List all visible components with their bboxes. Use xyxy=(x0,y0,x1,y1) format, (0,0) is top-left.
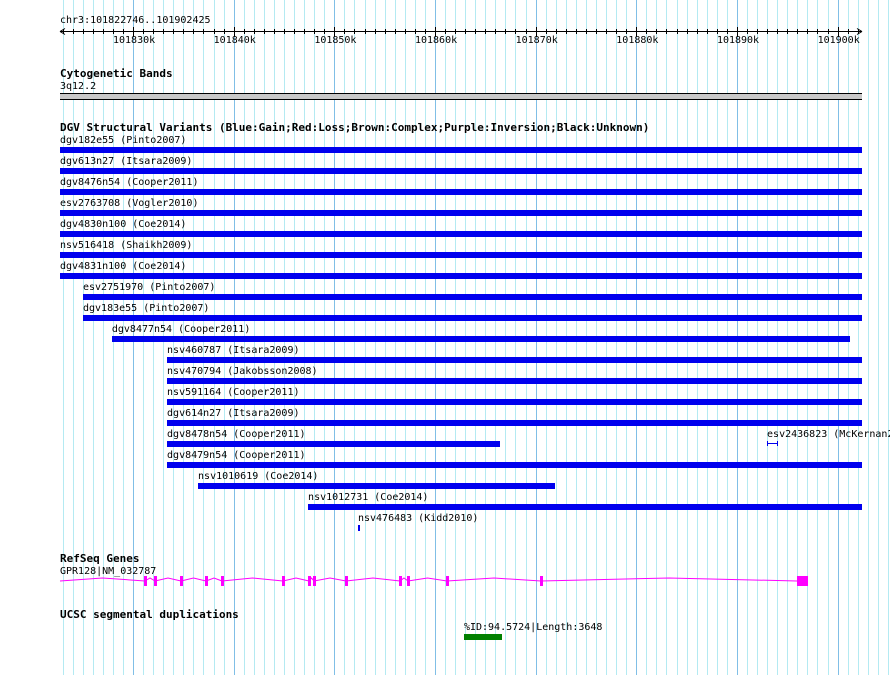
gene-model-GPR128[interactable] xyxy=(0,570,890,592)
ruler-tick-label: 101900k xyxy=(817,35,860,46)
variant-feature[interactable] xyxy=(167,378,862,384)
variant-feature[interactable] xyxy=(60,210,862,216)
variant-label: dgv8477n54 (Cooper2011) xyxy=(111,324,251,335)
segdup-feature[interactable] xyxy=(463,634,502,640)
variant-label: dgv613n27 (Itsara2009) xyxy=(60,156,193,167)
variant-label: esv2436823 (McKernan2 xyxy=(767,429,890,440)
variant-label: dgv182e55 (Pinto2007) xyxy=(60,135,187,146)
gene-exon xyxy=(180,576,183,586)
genome-browser: chr3:101822746..101902425 101830k 101840k… xyxy=(0,0,890,675)
ruler-tick-label: 101870k xyxy=(515,35,558,46)
gene-exon xyxy=(399,576,402,586)
variant-label: nsv516418 (Shaikh2009) xyxy=(60,240,193,251)
variant-feature[interactable] xyxy=(357,525,360,531)
variant-label: dgv4831n100 (Coe2014) xyxy=(60,261,187,272)
cytoband-bar[interactable] xyxy=(60,93,862,100)
variant-feature[interactable] xyxy=(167,399,862,405)
variant-feature[interactable] xyxy=(167,357,862,363)
ruler-tick-label: 101850k xyxy=(314,35,357,46)
variant-feature[interactable] xyxy=(167,462,862,468)
ruler-tick-label: 101890k xyxy=(716,35,760,46)
variant-label: nsv1010619 (Coe2014) xyxy=(198,471,319,482)
variant-label: esv2763708 (Vogler2010) xyxy=(60,198,199,209)
gene-intron xyxy=(59,577,798,582)
gene-exon xyxy=(282,576,285,586)
ruler-tick-label: 101880k xyxy=(616,35,659,46)
gene-exon xyxy=(154,576,157,586)
ruler-tick-label: 101830k xyxy=(113,35,156,46)
variant-label: nsv470794 (Jakobsson2008) xyxy=(167,366,318,377)
variant-feature[interactable] xyxy=(111,336,850,342)
gene-exon xyxy=(407,576,410,586)
variant-feature[interactable] xyxy=(60,189,862,195)
gene-exon xyxy=(144,576,147,586)
segdup-label[interactable]: %ID:94.5724|Length:3648 xyxy=(464,622,602,633)
gene-exon xyxy=(540,576,543,586)
gene-exon xyxy=(205,576,208,586)
gene-exon xyxy=(797,576,808,586)
gene-exon xyxy=(345,576,348,586)
variant-feature[interactable] xyxy=(60,168,862,174)
gene-exon xyxy=(221,576,224,586)
variant-feature[interactable] xyxy=(767,441,778,446)
variant-feature[interactable] xyxy=(60,231,862,237)
variant-label: dgv8479n54 (Cooper2011) xyxy=(167,450,306,461)
ruler-tick-label: 101840k xyxy=(213,35,256,46)
variant-feature[interactable] xyxy=(167,441,500,447)
variant-feature[interactable] xyxy=(82,294,862,300)
location-label: chr3:101822746..101902425 xyxy=(60,15,211,26)
variant-label: nsv591164 (Cooper2011) xyxy=(167,387,300,398)
ruler-tick-label: 101860k xyxy=(414,35,458,46)
variant-feature[interactable] xyxy=(308,504,862,510)
cytoband-label: 3q12.2 xyxy=(60,81,97,92)
variant-label: nsv460787 (Itsara2009) xyxy=(167,345,300,356)
variant-label: dgv4830n100 (Coe2014) xyxy=(60,219,187,230)
segdup-track-title: UCSC segmental duplications xyxy=(60,608,239,621)
gene-exon xyxy=(446,576,449,586)
variant-feature[interactable] xyxy=(167,420,862,426)
variant-label: dgv183e55 (Pinto2007) xyxy=(82,303,210,314)
variant-feature[interactable] xyxy=(60,147,862,153)
dgv-track-title: DGV Structural Variants (Blue:Gain;Red:L… xyxy=(60,121,650,134)
variant-label: nsv476483 (Kidd2010) xyxy=(357,513,479,524)
gene-exon xyxy=(308,576,311,586)
variant-label: esv2751970 (Pinto2007) xyxy=(82,282,216,293)
refseq-track-title: RefSeq Genes xyxy=(60,552,140,565)
variant-label: dgv614n27 (Itsara2009) xyxy=(167,408,300,419)
variant-label: dgv8476n54 (Cooper2011) xyxy=(60,177,199,188)
variant-label: dgv8478n54 (Cooper2011) xyxy=(167,429,306,440)
variant-feature[interactable] xyxy=(82,315,862,321)
variant-feature[interactable] xyxy=(60,252,862,258)
variant-feature[interactable] xyxy=(60,273,862,279)
variant-label: nsv1012731 (Coe2014) xyxy=(308,492,429,503)
cytoband-track-title: Cytogenetic Bands xyxy=(60,67,173,80)
gene-exon xyxy=(313,576,316,586)
variant-feature[interactable] xyxy=(198,483,555,489)
